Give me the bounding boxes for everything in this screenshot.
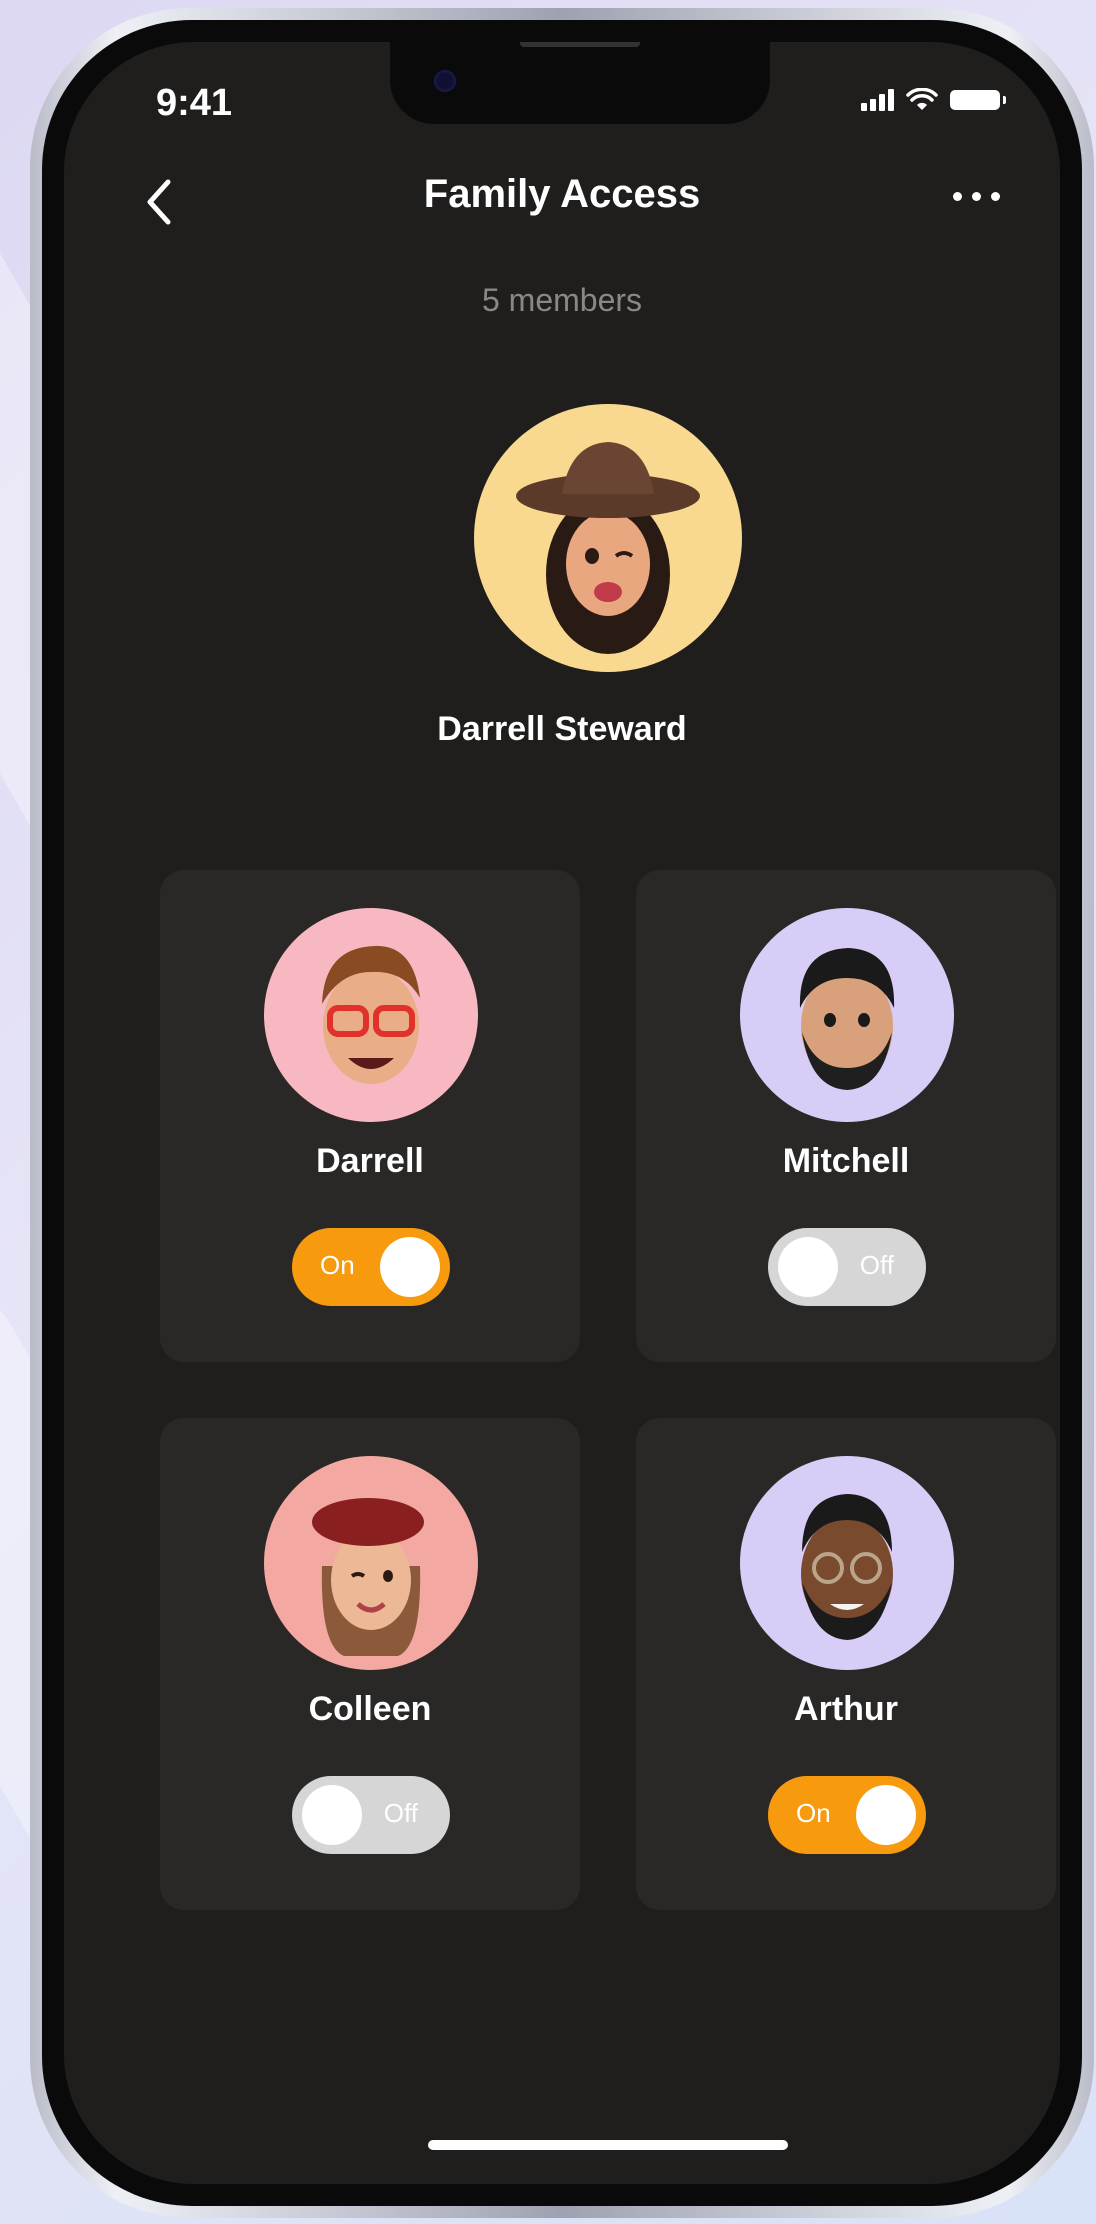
memoji-cowgirl-avatar [516,442,700,654]
member-name: Mitchell [782,1142,910,1180]
phone-frame: 9:41 Family Access 5 members Darrell Ste… [30,8,1094,2218]
app-screen: 9:41 Family Access 5 members Darrell Ste… [64,42,1060,2184]
dot [972,192,981,201]
cellular-signal-icon [861,89,894,111]
avatar [740,1456,954,1670]
avatar [264,1456,478,1670]
toggle-label: Off [383,1798,418,1828]
toggle-label: On [796,1798,831,1828]
member-name: Arthur [794,1690,898,1728]
toggle-knob [302,1785,362,1845]
page-title: Family Access [423,172,701,216]
access-toggle[interactable]: Off [768,1228,926,1306]
avatar [740,908,954,1122]
member-card: Mitchell Off [636,870,1056,1362]
phone-bezel: 9:41 Family Access 5 members Darrell Ste… [42,20,1082,2206]
avatar [474,404,742,672]
access-toggle[interactable]: Off [292,1776,450,1854]
more-options-button[interactable] [953,192,1000,201]
avatar [264,908,478,1122]
memoji-beret-avatar [312,1498,424,1656]
member-name: Darrell [316,1142,424,1180]
memoji-glasses-beard-avatar [801,1494,893,1640]
member-card: Darrell On [160,870,580,1362]
status-time: 9:41 [156,82,233,124]
access-toggle[interactable]: On [292,1228,450,1306]
front-camera [434,70,456,92]
notch [390,42,770,124]
memoji-glasses-avatar [322,945,420,1084]
speaker-grille [520,42,640,47]
toggle-label: On [320,1250,355,1280]
members-count: 5 members [481,282,643,318]
owner-name: Darrell Steward [437,710,687,748]
home-indicator[interactable] [428,2140,788,2150]
dot [953,192,962,201]
wifi-icon [906,88,938,110]
toggle-knob [380,1237,440,1297]
memoji-bearded-avatar [799,948,895,1090]
access-toggle[interactable]: On [768,1776,926,1854]
toggle-label: Off [859,1250,894,1280]
battery-icon [950,90,1006,110]
toggle-knob [778,1237,838,1297]
member-card: Arthur On [636,1418,1056,1910]
toggle-knob [856,1785,916,1845]
dot [991,192,1000,201]
member-name: Colleen [308,1690,432,1728]
status-icons [861,88,1006,112]
member-card: Colleen Off [160,1418,580,1910]
